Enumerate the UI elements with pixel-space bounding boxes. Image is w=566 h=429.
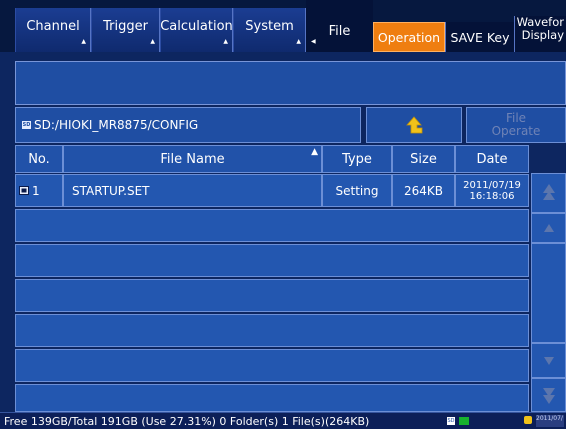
tab-label: Calculation xyxy=(160,19,233,34)
tab-label: Trigger xyxy=(103,19,148,34)
operation-label: Operation xyxy=(377,29,441,45)
waveform-label-line2: Display xyxy=(521,28,564,42)
current-path-bar: SD SD:/HIOKI_MR8875/CONFIG xyxy=(15,107,361,143)
file-size: 264KB xyxy=(403,183,443,198)
file-date: 2011/07/19 xyxy=(463,179,521,191)
tab-file[interactable]: File ◀ xyxy=(306,0,373,52)
storage-status-text: Free 139GB/Total 191GB (Use 27.31%) 0 Fo… xyxy=(4,415,370,428)
tab-label: System xyxy=(245,19,294,34)
tab-channel[interactable]: Channel ▲ xyxy=(15,8,91,52)
table-row[interactable] xyxy=(15,244,529,277)
up-folder-icon xyxy=(406,116,423,134)
table-row[interactable] xyxy=(15,209,529,242)
up-arrow-icon xyxy=(543,224,554,232)
message-area xyxy=(15,61,566,105)
scroll-to-top-button[interactable] xyxy=(531,173,566,213)
header-label: Size xyxy=(410,151,437,167)
scroll-to-bottom-button[interactable] xyxy=(531,378,566,412)
file-date-cell: 2011/07/19 16:18:06 xyxy=(455,174,529,207)
table-row[interactable] xyxy=(15,349,529,382)
column-header-date[interactable]: Date xyxy=(455,145,529,173)
submenu-indicator-icon: ▲ xyxy=(223,38,228,45)
column-header-file-name[interactable]: File Name ▲ xyxy=(63,145,322,173)
file-operate-button[interactable]: File Operate xyxy=(466,107,566,143)
file-screen: Channel ▲ Trigger ▲ Calculation ▲ System… xyxy=(0,0,566,429)
header-label: File Name xyxy=(160,151,225,167)
waveform-display-button[interactable]: Wavefor Display xyxy=(514,16,566,52)
table-row[interactable] xyxy=(15,279,529,312)
settings-file-icon xyxy=(19,186,29,195)
scroll-down-button[interactable] xyxy=(531,343,566,378)
submenu-indicator-icon: ▲ xyxy=(296,38,301,45)
table-row[interactable]: 1 STARTUP.SET Setting 264KB 2011/07/19 1… xyxy=(15,174,529,207)
column-header-no[interactable]: No. xyxy=(15,145,63,173)
column-header-type[interactable]: Type xyxy=(322,145,392,173)
header-label: Type xyxy=(342,151,372,167)
clock-display: 2011/07/ xyxy=(536,415,564,427)
header-label: No. xyxy=(28,151,50,167)
sd-card-indicator-icon: SD xyxy=(447,417,455,425)
current-path: SD:/HIOKI_MR8875/CONFIG xyxy=(34,118,199,132)
file-time: 16:18:06 xyxy=(469,190,515,202)
tab-label: Channel xyxy=(26,19,80,34)
tab-label: File xyxy=(328,24,351,39)
menu-bar: Channel ▲ Trigger ▲ Calculation ▲ System… xyxy=(0,0,566,52)
row-number-cell: 1 xyxy=(15,174,63,207)
file-size-cell: 264KB xyxy=(392,174,455,207)
sort-ascending-icon: ▲ xyxy=(311,147,318,157)
table-header-row: No. File Name ▲ Type Size Date xyxy=(15,145,529,173)
submenu-indicator-icon: ▲ xyxy=(150,38,155,45)
table-row[interactable] xyxy=(15,384,529,412)
row-number: 1 xyxy=(32,183,40,198)
column-header-size[interactable]: Size xyxy=(392,145,455,173)
activity-indicator-icon xyxy=(459,417,469,425)
tab-trigger[interactable]: Trigger ▲ xyxy=(91,8,160,52)
file-name: STARTUP.SET xyxy=(72,183,150,198)
scrollbar[interactable] xyxy=(531,173,566,412)
submenu-indicator-icon: ▲ xyxy=(81,38,86,45)
key-lock-icon xyxy=(524,416,532,424)
down-arrow-icon xyxy=(543,356,554,365)
scroll-track[interactable] xyxy=(531,243,566,343)
double-down-arrow-icon xyxy=(542,388,555,404)
file-type-cell: Setting xyxy=(322,174,392,207)
save-key-button[interactable]: SAVE Key xyxy=(445,22,514,52)
scroll-up-button[interactable] xyxy=(531,213,566,243)
double-up-arrow-icon xyxy=(542,184,555,200)
save-key-label: SAVE Key xyxy=(450,29,510,45)
tab-system[interactable]: System ▲ xyxy=(233,8,306,52)
table-row[interactable] xyxy=(15,314,529,347)
tab-calculation[interactable]: Calculation ▲ xyxy=(160,8,233,52)
status-bar: Free 139GB/Total 191GB (Use 27.31%) 0 Fo… xyxy=(0,412,566,429)
submenu-indicator-icon: ◀ xyxy=(311,38,316,45)
file-name-cell: STARTUP.SET xyxy=(63,174,322,207)
file-operate-line2: Operate xyxy=(491,124,541,138)
operation-button[interactable]: Operation xyxy=(373,22,445,52)
parent-folder-button[interactable] xyxy=(366,107,462,143)
file-type: Setting xyxy=(335,183,379,198)
header-label: Date xyxy=(476,151,508,167)
sd-card-icon: SD xyxy=(22,121,31,129)
